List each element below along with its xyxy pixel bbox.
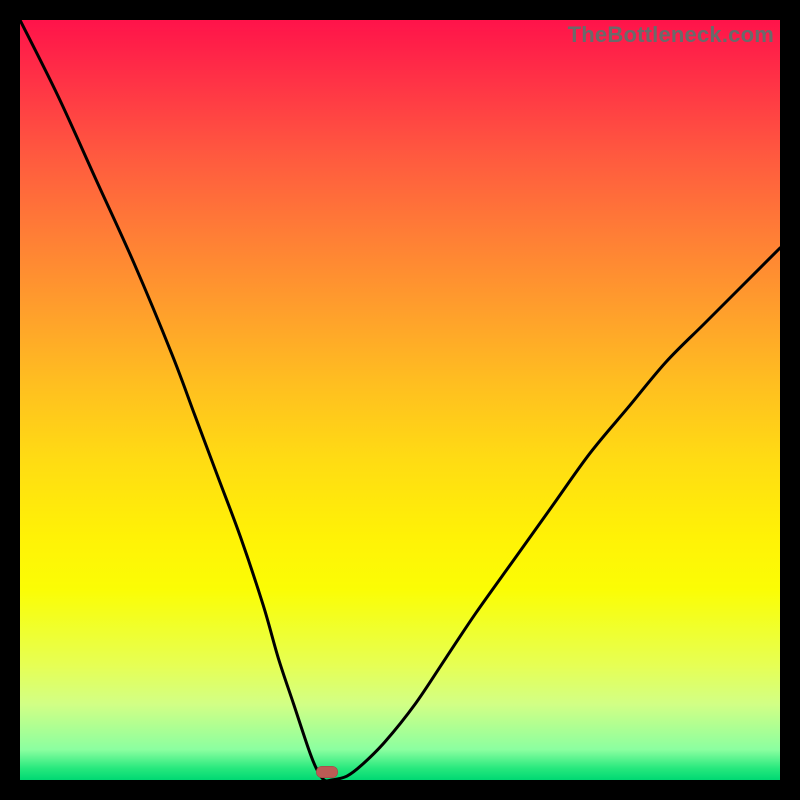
bottleneck-curve [20,20,780,780]
optimal-marker [316,766,338,778]
plot-frame: TheBottleneck.com [20,20,780,780]
